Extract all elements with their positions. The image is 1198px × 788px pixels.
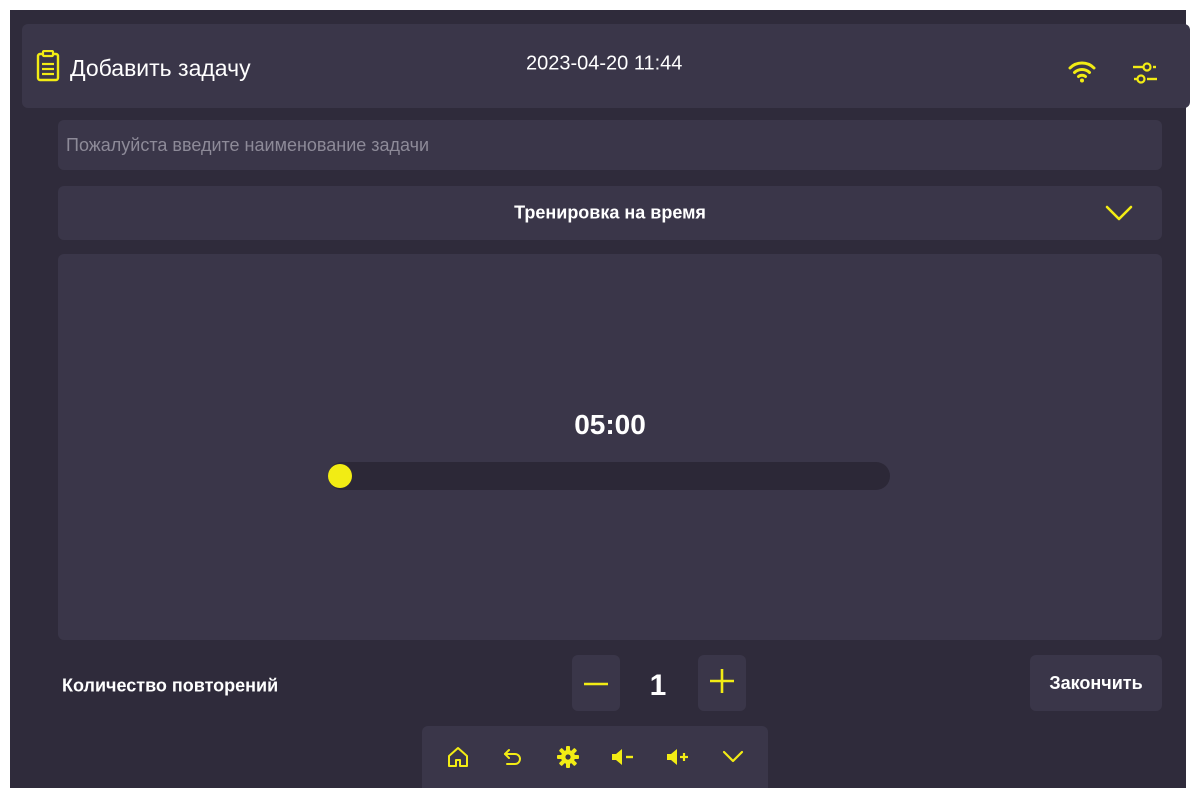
header-left: Добавить задачу <box>36 49 251 87</box>
task-name-input[interactable]: Пожалуйста введите наименование задачи <box>58 120 1162 170</box>
repetitions-value: 1 <box>649 669 667 702</box>
clipboard-icon <box>36 49 60 87</box>
home-icon[interactable] <box>440 739 476 775</box>
volume-down-icon[interactable] <box>605 739 641 775</box>
slider-handle[interactable] <box>328 464 352 488</box>
repetitions-label: Количество повторений <box>62 675 279 696</box>
screen: Добавить задачу 2023-04-20 11:44 Пожалуй… <box>10 10 1190 788</box>
settings-sliders-icon[interactable] <box>1132 60 1158 91</box>
mode-select[interactable]: Тренировка на время <box>58 186 1162 240</box>
timer-display: 05:00 <box>574 409 646 440</box>
duration-slider[interactable] <box>328 462 890 490</box>
mode-select-value: Тренировка на время <box>514 202 706 223</box>
increment-button[interactable] <box>698 655 746 711</box>
header-bar: Добавить задачу 2023-04-20 11:44 <box>22 24 1190 108</box>
page-title: Добавить задачу <box>70 55 251 81</box>
decrement-button[interactable] <box>572 655 620 711</box>
chevron-down-icon <box>1104 204 1134 227</box>
plus-icon <box>709 668 735 699</box>
wifi-icon[interactable] <box>1068 60 1096 89</box>
back-icon[interactable] <box>495 739 531 775</box>
minus-icon <box>583 674 609 692</box>
bottom-nav-bar <box>422 726 768 788</box>
volume-up-icon[interactable] <box>660 739 696 775</box>
gear-icon[interactable] <box>550 739 586 775</box>
collapse-chevron-icon[interactable] <box>715 739 751 775</box>
finish-button[interactable]: Закончить <box>1030 655 1162 711</box>
datetime-display: 2023-04-20 11:44 <box>526 52 683 75</box>
timer-panel: 05:00 <box>58 254 1162 640</box>
